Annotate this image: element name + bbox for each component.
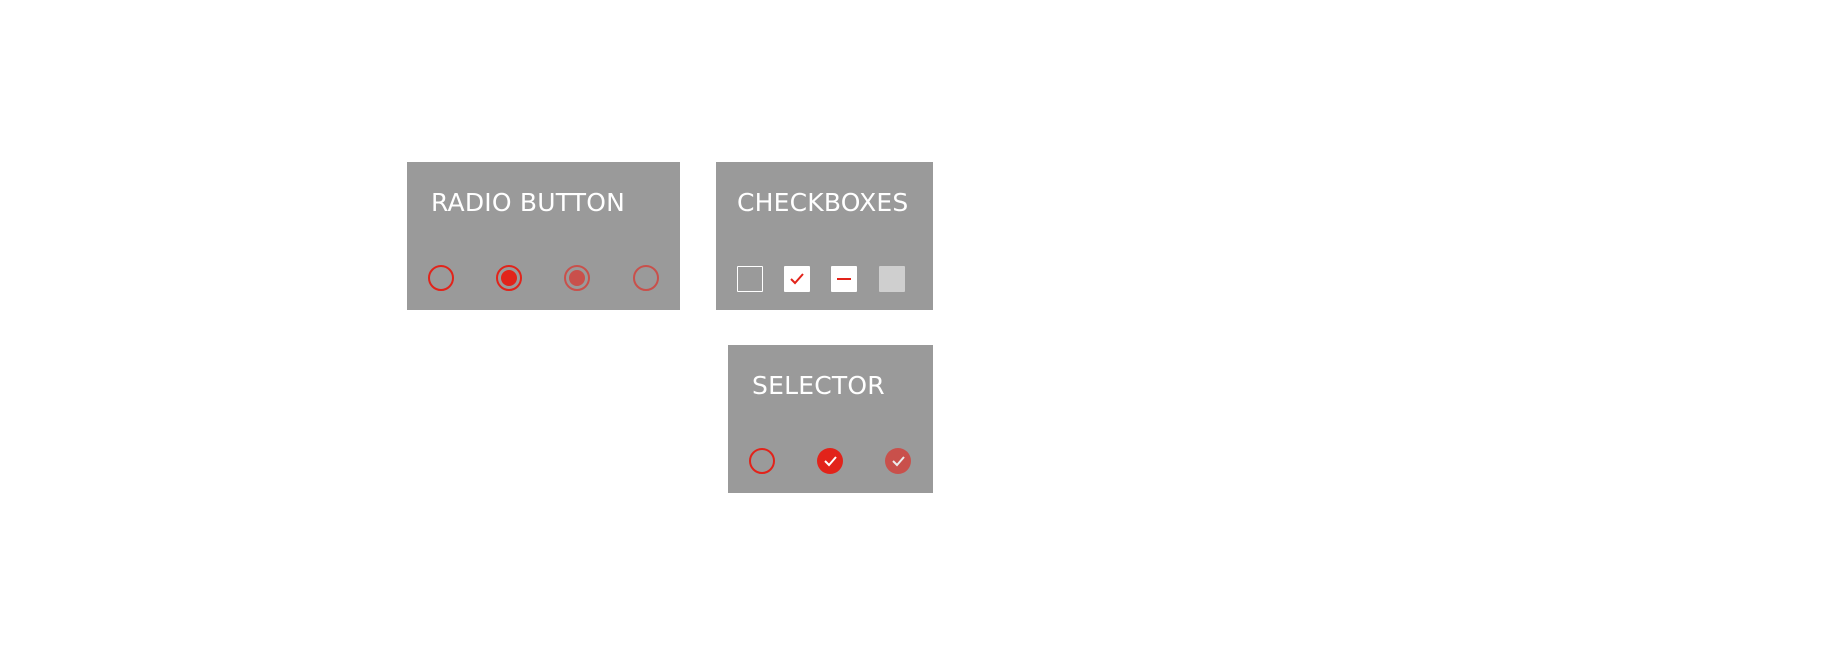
- selector-selected-disabled[interactable]: [885, 448, 911, 474]
- checkbox-unchecked[interactable]: [737, 266, 763, 292]
- radio-selected-disabled[interactable]: [564, 265, 590, 291]
- radio-selected[interactable]: [496, 265, 522, 291]
- checkbox-checked[interactable]: [784, 266, 810, 292]
- radio-button-title: RADIO BUTTON: [431, 188, 626, 217]
- radio-button-panel: RADIO BUTTON: [407, 162, 680, 310]
- selector-unselected[interactable]: [749, 448, 775, 474]
- checkbox-disabled[interactable]: [879, 266, 905, 292]
- checkboxes-title: CHECKBOXES: [737, 188, 909, 217]
- radio-selected-icon: [501, 270, 517, 286]
- radio-unselected[interactable]: [428, 265, 454, 291]
- selector-selected[interactable]: [817, 448, 843, 474]
- minus-icon: [837, 278, 851, 280]
- radio-button-row: [407, 264, 680, 292]
- checkbox-indeterminate[interactable]: [831, 266, 857, 292]
- selector-panel: SELECTOR: [728, 345, 933, 493]
- selector-row: [728, 447, 933, 475]
- check-icon: [790, 273, 804, 285]
- check-icon: [891, 456, 905, 467]
- selector-title: SELECTOR: [752, 371, 885, 400]
- checkboxes-panel: CHECKBOXES: [716, 162, 933, 310]
- radio-unselected-disabled[interactable]: [633, 265, 659, 291]
- checkboxes-row: [716, 264, 933, 292]
- radio-selected-disabled-icon: [569, 270, 585, 286]
- check-icon: [823, 456, 837, 467]
